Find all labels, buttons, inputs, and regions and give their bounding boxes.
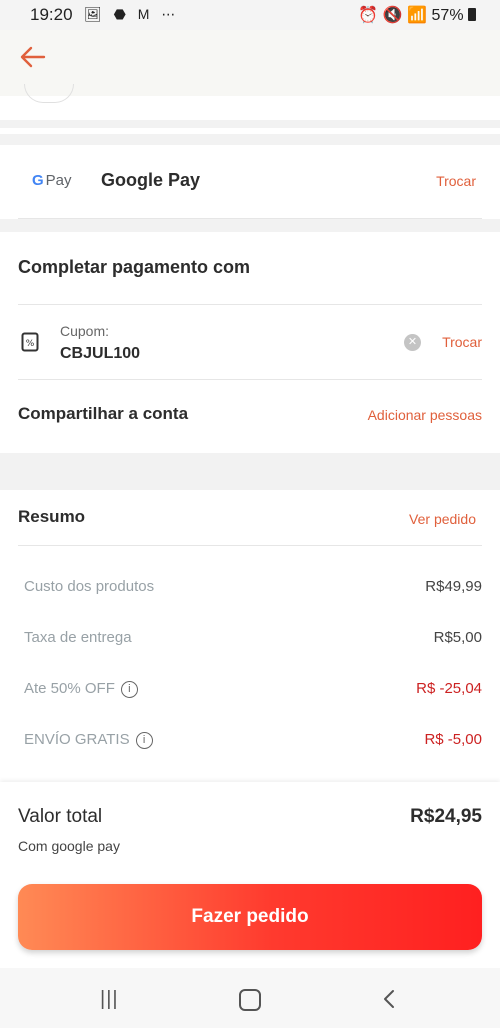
summary-row-label: Custo dos produtos (24, 578, 155, 595)
status-bar: 19:20 🖼 ⬣ M ⋯ ⏰ 🔇 📶 57% (0, 0, 500, 30)
info-icon[interactable]: i (135, 732, 153, 749)
summary-row-label: Ate 50% OFF (24, 680, 115, 697)
summary-row-label: Taxa de entrega (24, 629, 132, 646)
change-coupon-link[interactable]: Trocar (442, 334, 482, 350)
alarm-icon: ⏰ (358, 7, 379, 24)
svg-text:%: % (26, 339, 35, 349)
summary-title: Resumo (18, 507, 86, 526)
payment-method-name: Google Pay (101, 170, 201, 190)
complete-payment-title: Completar pagamento com (18, 257, 251, 277)
divider (18, 545, 482, 546)
coupon-row[interactable]: % Cupom: CBJUL100 ✕ Trocar (0, 305, 500, 379)
summary-card: Resumo Ver pedido Custo dos produtos R$4… (0, 490, 500, 782)
battery-level: 57% (431, 7, 464, 24)
mute-icon: 🔇 (382, 7, 403, 24)
total-payment-note: Com google pay (18, 838, 120, 854)
summary-row-value: R$ -25,04 (416, 680, 482, 697)
place-order-label: Fazer pedido (191, 906, 309, 927)
payment-method-card[interactable]: G Pay Google Pay Trocar (0, 145, 500, 219)
summary-row-label-wrap: Ate 50% OFF i (24, 680, 138, 698)
share-bill-label: Compartilhar a conta (18, 404, 189, 423)
coupon-label: Cupom: (60, 323, 110, 339)
notification-icons: 🖼 ⬣ M ⋯ (84, 6, 180, 22)
complete-payment-card: Completar pagamento com % Cupom: CBJUL10… (0, 232, 500, 453)
gpay-logo: G Pay (32, 172, 72, 189)
recent-apps-icon[interactable]: ||| (100, 988, 119, 1011)
total-value: R$24,95 (410, 806, 482, 827)
avatar-edge (24, 84, 74, 103)
back-nav-icon[interactable] (382, 988, 396, 1010)
total-label: Valor total (18, 806, 103, 827)
gpay-logo-text: Pay (45, 172, 72, 189)
home-icon[interactable] (239, 989, 261, 1011)
battery-icon (468, 8, 476, 21)
summary-row-label-wrap: ENVÍO GRATIS i (24, 731, 153, 749)
coupon-code: CBJUL100 (60, 345, 141, 362)
system-nav-bar: ||| (0, 968, 500, 1028)
place-order-button[interactable]: Fazer pedido (18, 884, 482, 950)
scrolled-card (0, 84, 500, 120)
summary-row-value: R$49,99 (425, 578, 482, 595)
coupon-icon: % (21, 332, 39, 352)
spacer-strip (0, 128, 500, 134)
status-time: 19:20 (30, 5, 73, 24)
view-order-link[interactable]: Ver pedido (409, 511, 476, 527)
header (0, 30, 500, 96)
divider (18, 218, 482, 219)
add-people-link[interactable]: Adicionar pessoas (368, 407, 482, 423)
divider (18, 379, 482, 380)
remove-coupon-icon[interactable]: ✕ (404, 334, 421, 351)
back-arrow-icon[interactable] (18, 42, 48, 72)
wifi-icon: 📶 (407, 7, 428, 24)
change-payment-link[interactable]: Trocar (436, 173, 476, 189)
summary-row-label: ENVÍO GRATIS (24, 731, 130, 748)
summary-row-value: R$ -5,00 (424, 731, 482, 748)
summary-row-value: R$5,00 (433, 629, 482, 646)
status-right: ⏰ 🔇 📶 57% (358, 5, 476, 25)
info-icon[interactable]: i (120, 681, 138, 698)
